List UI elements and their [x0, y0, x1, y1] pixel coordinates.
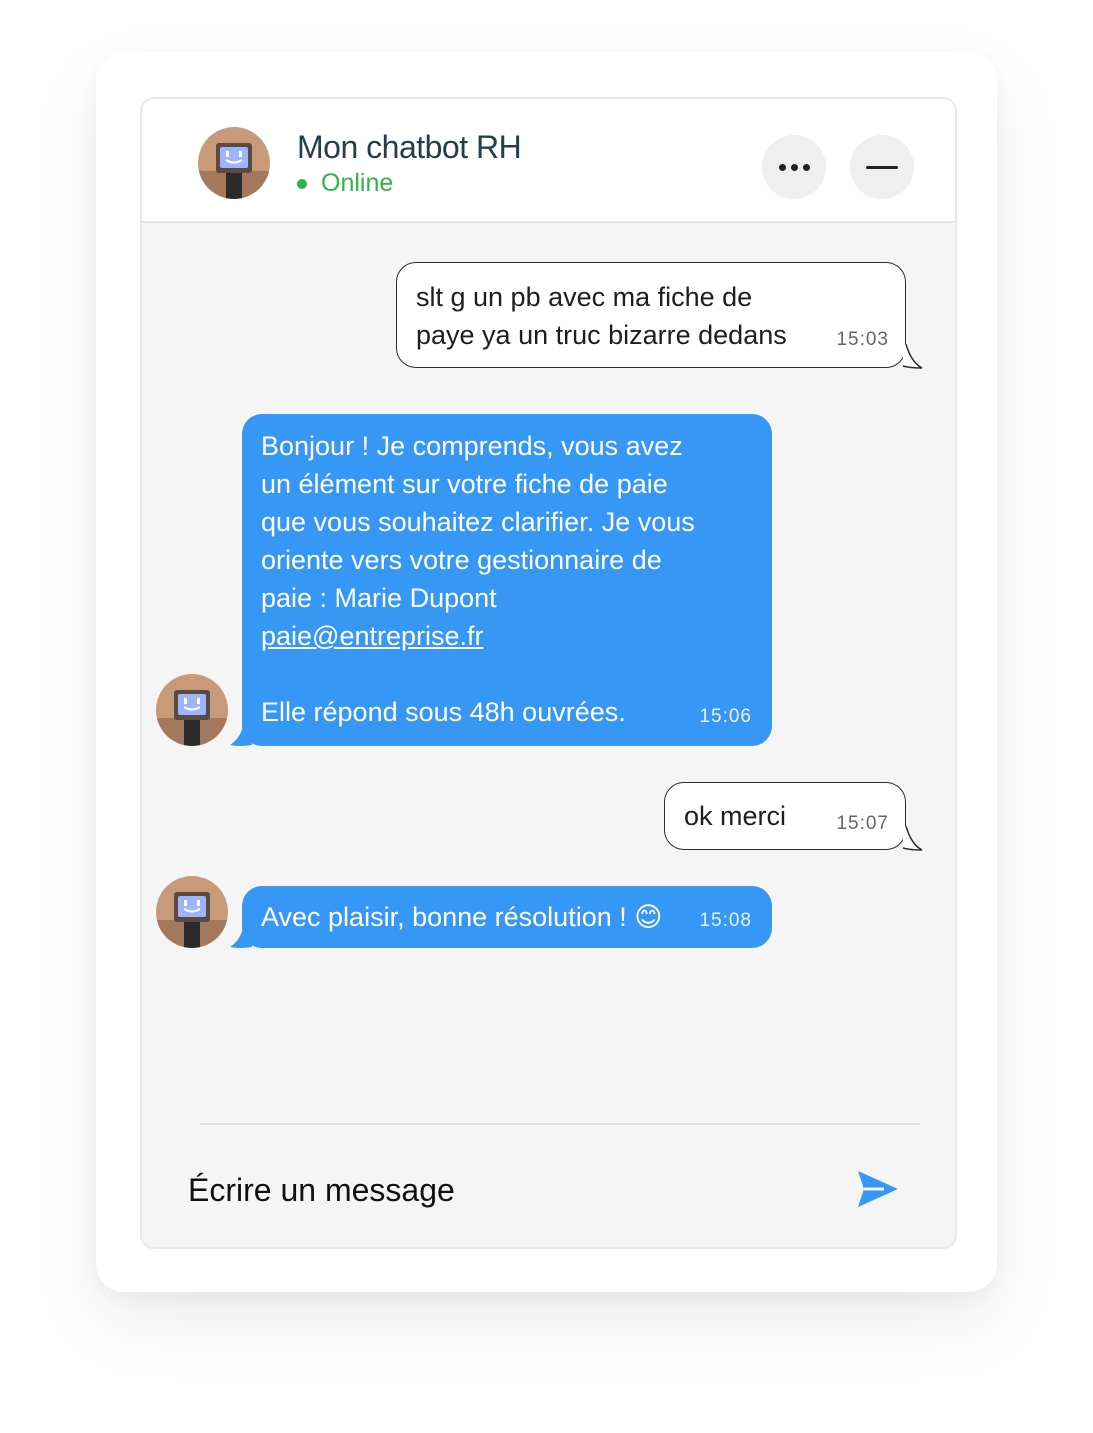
status-label: Online	[321, 169, 394, 197]
message-text: slt g un pb avec ma fiche de paye ya un …	[416, 282, 787, 350]
bubble-tail-icon	[230, 721, 252, 746]
chat-window: Mon chatbot RH Online slt g un pb avec m…	[140, 97, 957, 1249]
status-indicator: Online	[297, 169, 393, 198]
message-text: Avec plaisir, bonne résolution ! 😊	[261, 902, 663, 932]
message-time: 15:03	[836, 329, 889, 350]
email-link[interactable]: paie@entreprise.fr	[261, 621, 484, 651]
bubble-tail-icon	[230, 923, 252, 948]
user-message: slt g un pb avec ma fiche de paye ya un …	[396, 262, 906, 368]
online-dot-icon	[297, 178, 307, 189]
message-text: Bonjour ! Je comprends, vous avez un élé…	[261, 431, 695, 613]
bot-message: Bonjour ! Je comprends, vous avez un élé…	[242, 414, 772, 746]
composer-divider	[200, 1123, 920, 1125]
chat-header: Mon chatbot RH Online	[142, 99, 955, 223]
bot-avatar	[156, 876, 228, 948]
message-text: Elle répond sous 48h ouvrées.	[261, 697, 626, 727]
more-options-button[interactable]	[762, 135, 826, 199]
message-time: 15:06	[699, 706, 752, 727]
bubble-tail-icon	[902, 826, 923, 851]
send-icon	[858, 1171, 898, 1207]
message-time: 15:07	[836, 813, 889, 834]
bubble-tail-icon	[902, 344, 923, 369]
message-input[interactable]	[188, 1165, 808, 1215]
bot-avatar	[198, 127, 270, 199]
bot-message: Avec plaisir, bonne résolution ! 😊 15:08	[242, 886, 772, 948]
message-time: 15:08	[699, 910, 752, 931]
user-message: ok merci 15:07	[664, 782, 906, 850]
bot-avatar	[156, 674, 228, 746]
minimize-icon	[866, 165, 898, 169]
send-button[interactable]	[854, 1167, 902, 1211]
minimize-button[interactable]	[850, 135, 914, 199]
more-horizontal-icon	[778, 163, 810, 171]
bot-name: Mon chatbot RH	[297, 129, 522, 165]
